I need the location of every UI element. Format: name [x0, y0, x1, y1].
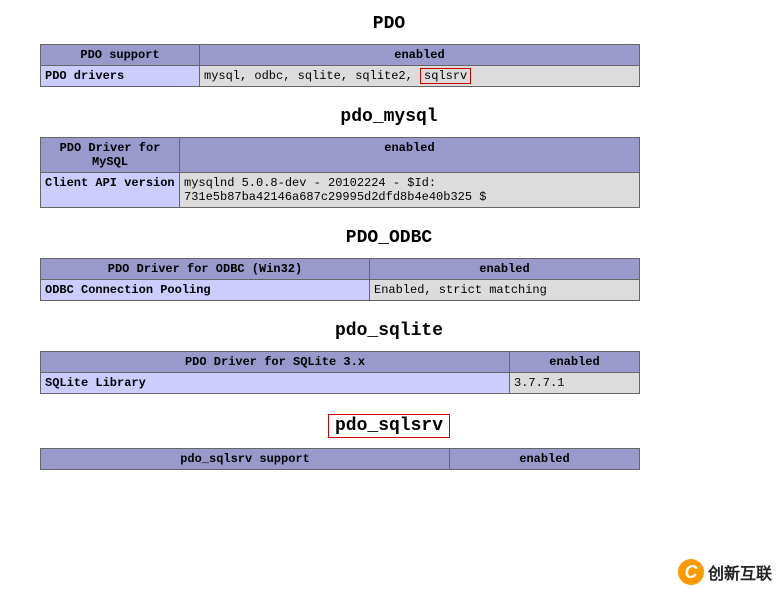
row-value: Enabled, strict matching — [370, 280, 640, 301]
row-key: ODBC Connection Pooling — [41, 280, 370, 301]
section-title: PDO — [40, 14, 738, 34]
section-title: pdo_sqlsrv — [328, 414, 450, 438]
section-title: pdo_mysql — [40, 107, 738, 127]
table-row: Client API versionmysqlnd 5.0.8-dev - 20… — [41, 173, 640, 208]
info-table: PDO supportenabledPDO driversmysql, odbc… — [40, 44, 640, 87]
table-header: enabled — [370, 259, 640, 280]
table-row: PDO driversmysql, odbc, sqlite, sqlite2,… — [41, 66, 640, 87]
table-header: PDO support — [41, 45, 200, 66]
row-key: SQLite Library — [41, 373, 510, 394]
table-row: SQLite Library3.7.7.1 — [41, 373, 640, 394]
table-header: pdo_sqlsrv support — [41, 449, 450, 470]
row-value: mysql, odbc, sqlite, sqlite2, sqlsrv — [200, 66, 640, 87]
section-title: PDO_ODBC — [40, 228, 738, 248]
info-table: PDO Driver for SQLite 3.xenabledSQLite L… — [40, 351, 640, 394]
row-value: mysqlnd 5.0.8-dev - 20102224 - $Id: 731e… — [180, 173, 640, 208]
table-header: enabled — [180, 138, 640, 173]
table-header: enabled — [510, 352, 640, 373]
info-table: PDO Driver for ODBC (Win32)enabledODBC C… — [40, 258, 640, 301]
info-table: pdo_sqlsrv supportenabled — [40, 448, 640, 470]
table-header: enabled — [200, 45, 640, 66]
watermark-text: 创新互联 — [708, 560, 772, 584]
row-key: Client API version — [41, 173, 180, 208]
section-title: pdo_sqlite — [40, 321, 738, 341]
table-row: ODBC Connection PoolingEnabled, strict m… — [41, 280, 640, 301]
row-value: 3.7.7.1 — [510, 373, 640, 394]
table-header: PDO Driver for MySQL — [41, 138, 180, 173]
row-key: PDO drivers — [41, 66, 200, 87]
table-header: PDO Driver for SQLite 3.x — [41, 352, 510, 373]
watermark: C 创新互联 — [678, 559, 772, 585]
info-table: PDO Driver for MySQLenabledClient API ve… — [40, 137, 640, 208]
highlight: sqlsrv — [420, 68, 471, 84]
table-header: enabled — [450, 449, 640, 470]
table-header: PDO Driver for ODBC (Win32) — [41, 259, 370, 280]
watermark-icon: C — [678, 559, 704, 585]
